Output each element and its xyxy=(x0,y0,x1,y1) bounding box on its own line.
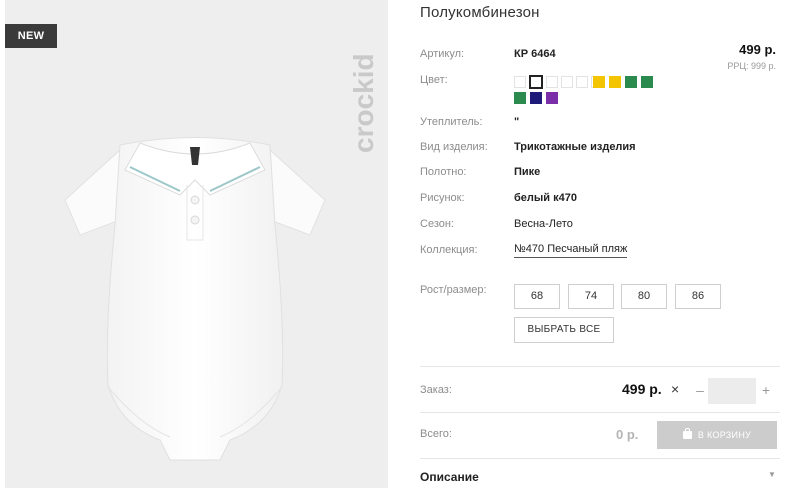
attr-row-pattern: Рисунок: белый к470 xyxy=(420,190,780,206)
attr-value: белый к470 xyxy=(514,192,577,204)
attr-row-insulation: Утеплитель: " xyxy=(420,114,780,130)
divider xyxy=(420,458,780,459)
color-swatch[interactable] xyxy=(546,76,558,88)
product-rrp: РРЦ: 999 р. xyxy=(727,61,776,71)
product-photo[interactable]: NEW crockid xyxy=(5,0,388,488)
attr-row-article: Артикул: КР 6464 xyxy=(420,46,780,62)
attr-value: КР 6464 xyxy=(514,48,556,60)
product-title: Полукомбинезон xyxy=(420,4,540,21)
size-option-74[interactable]: 74 xyxy=(568,284,614,309)
divider xyxy=(420,412,780,413)
sizes-label: Рост/размер: xyxy=(420,284,487,296)
add-to-cart-label: В КОРЗИНУ xyxy=(697,430,752,440)
multiply-sign: × xyxy=(671,381,680,397)
color-swatch[interactable] xyxy=(514,92,526,104)
product-info-panel: Полукомбинезон 499 р. РРЦ: 999 р. Артику… xyxy=(420,0,790,488)
attr-label: Утеплитель: xyxy=(420,116,483,128)
attr-value: " xyxy=(514,116,520,128)
attr-label: Сезон: xyxy=(420,218,454,230)
color-swatch[interactable] xyxy=(576,76,588,88)
attr-label: Цвет: xyxy=(420,74,448,86)
attr-value: Пике xyxy=(514,166,541,178)
collection-link[interactable]: №470 Песчаный пляж xyxy=(514,242,628,258)
brand-logo-text: crockid xyxy=(348,53,379,153)
chevron-down-icon[interactable]: ▼ xyxy=(768,470,776,479)
attr-value: Весна-Лето xyxy=(514,218,573,230)
attr-label: Вид изделия: xyxy=(420,141,488,153)
order-price: 499 р. xyxy=(622,381,662,397)
brand-logo: crockid xyxy=(348,53,379,153)
color-swatch[interactable] xyxy=(641,76,653,88)
color-swatch[interactable] xyxy=(530,92,542,104)
attr-row-fabric: Полотно: Пике xyxy=(420,164,780,180)
size-option-86[interactable]: 86 xyxy=(675,284,721,309)
divider xyxy=(420,366,780,367)
attr-value: Трикотажные изделия xyxy=(514,141,636,153)
total-value: 0 р. xyxy=(616,427,639,442)
quantity-decrement-button[interactable]: – xyxy=(694,380,706,400)
bodysuit-image xyxy=(64,137,326,461)
attr-row-product-type: Вид изделия: Трикотажные изделия xyxy=(420,139,780,155)
color-swatch[interactable] xyxy=(546,92,558,104)
attr-row-season: Сезон: Весна-Лето xyxy=(420,216,780,232)
size-option-80[interactable]: 80 xyxy=(621,284,667,309)
color-swatch[interactable] xyxy=(514,76,526,88)
color-swatch[interactable] xyxy=(561,76,573,88)
new-badge: NEW xyxy=(5,24,57,48)
color-swatch-selected[interactable] xyxy=(529,75,543,89)
attr-label: Рисунок: xyxy=(420,192,465,204)
attr-label: Полотно: xyxy=(420,166,467,178)
color-swatch[interactable] xyxy=(609,76,621,88)
quantity-input[interactable] xyxy=(708,378,756,404)
size-option-68[interactable]: 68 xyxy=(514,284,560,309)
order-label: Заказ: xyxy=(420,384,452,396)
total-label: Всего: xyxy=(420,428,452,440)
attr-row-collection: Коллекция: №470 Песчаный пляж xyxy=(420,242,780,258)
attr-label: Артикул: xyxy=(420,48,465,60)
attr-label: Коллекция: xyxy=(420,244,478,256)
add-to-cart-button[interactable]: В КОРЗИНУ xyxy=(657,421,777,449)
select-all-sizes-button[interactable]: ВЫБРАТЬ ВСЕ xyxy=(514,317,614,343)
quantity-increment-button[interactable]: + xyxy=(760,380,772,400)
description-title[interactable]: Описание xyxy=(420,470,479,484)
cart-icon xyxy=(682,428,692,439)
color-swatch[interactable] xyxy=(625,76,637,88)
color-swatch[interactable] xyxy=(593,76,605,88)
